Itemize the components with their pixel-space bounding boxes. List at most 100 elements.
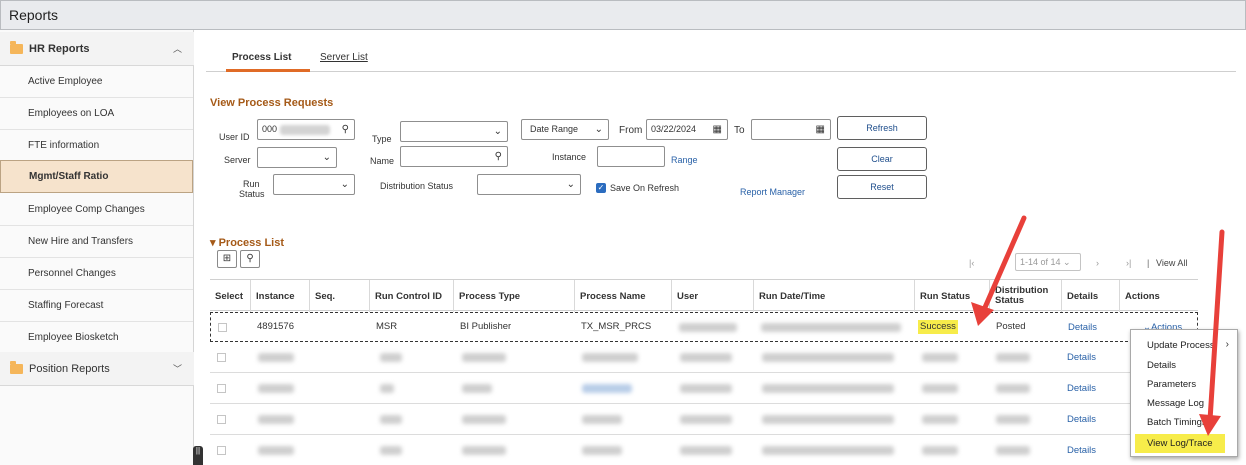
table-row[interactable]: 4891576 MSR BI Publisher TX_MSR_PRCS Suc… — [210, 312, 1198, 342]
instance-input[interactable] — [597, 146, 665, 167]
folder-icon — [10, 41, 23, 54]
menu-item-parameters[interactable]: Parameters — [1131, 375, 1237, 394]
search-icon[interactable]: ⚲ — [240, 250, 260, 268]
user-id-input[interactable]: 000 ⚲ — [257, 119, 355, 140]
details-link[interactable]: Details — [1068, 322, 1097, 333]
sidebar-group-hr-reports[interactable]: HR Reports ︿ — [0, 32, 194, 66]
search-icon[interactable]: ⚲ — [495, 147, 502, 166]
run-status-select[interactable]: ⌄ — [273, 174, 355, 195]
last-page-icon[interactable]: ›| — [1126, 258, 1131, 268]
server-select[interactable]: ⌄ — [257, 147, 337, 168]
type-select[interactable]: ⌄ — [400, 121, 508, 142]
details-link[interactable]: Details — [1067, 352, 1096, 363]
table-header: Select Instance Seq. Run Control ID Proc… — [210, 279, 1198, 312]
tab-server-list[interactable]: Server List — [320, 52, 368, 63]
menu-item-view-log-trace[interactable]: View Log/Trace — [1135, 434, 1225, 453]
sidebar-group-position-reports[interactable]: Position Reports ﹀ — [0, 352, 194, 386]
menu-item-label: Details — [1147, 360, 1177, 371]
redacted — [462, 384, 492, 393]
process-list-title: ▾ Process List — [210, 237, 284, 249]
title-bar: Reports — [0, 0, 1246, 30]
redacted — [680, 415, 732, 424]
row-select-checkbox[interactable] — [217, 353, 226, 362]
redacted — [582, 353, 638, 362]
row-select-checkbox[interactable] — [217, 415, 226, 424]
menu-item-message-log[interactable]: Message Log — [1131, 394, 1237, 413]
sidebar-item-employee-biosketch[interactable]: Employee Biosketch — [0, 322, 193, 354]
col-seq: Seq. — [310, 280, 370, 312]
next-page-icon[interactable]: › — [1096, 258, 1099, 268]
sidebar-item-personnel-changes[interactable]: Personnel Changes — [0, 258, 193, 290]
search-icon[interactable]: ⚲ — [342, 120, 349, 139]
main-content: Process List Server List View Process Re… — [194, 30, 1246, 465]
personalize-grid-icon[interactable]: ⊞ — [217, 250, 237, 268]
cell-run-control-id: MSR — [376, 321, 398, 332]
details-link[interactable]: Details — [1067, 414, 1096, 425]
calendar-icon[interactable]: ▦ — [816, 120, 825, 139]
sidebar-item-fte-information[interactable]: FTE information — [0, 130, 193, 162]
to-label: To — [734, 125, 745, 136]
redacted-user — [679, 323, 737, 332]
row-select-checkbox[interactable] — [217, 384, 226, 393]
first-page-icon[interactable]: |‹ — [969, 258, 974, 268]
sidebar-item-staffing-forecast[interactable]: Staffing Forecast — [0, 290, 193, 322]
range-select[interactable]: Date Range ⌄ — [521, 119, 609, 140]
refresh-button[interactable]: Refresh — [837, 116, 927, 140]
col-actions: Actions — [1125, 290, 1160, 302]
sidebar-group-label: Position Reports — [29, 363, 110, 375]
menu-item-update-process[interactable]: Update Process — [1131, 336, 1237, 355]
redacted — [380, 446, 402, 455]
menu-item-batch-timings[interactable]: Batch Timings — [1131, 413, 1237, 432]
name-input[interactable]: ⚲ — [400, 146, 508, 167]
run-status-label-line-1: Run — [243, 179, 260, 189]
redacted — [582, 384, 632, 393]
pager-select[interactable]: 1-14 of 14 ⌄ — [1015, 253, 1081, 271]
sidebar-item-label: Employee Comp Changes — [28, 204, 145, 215]
redacted — [380, 384, 394, 393]
report-manager-link[interactable]: Report Manager — [740, 187, 805, 197]
to-date-input[interactable]: ▦ — [751, 119, 831, 140]
row-select-checkbox[interactable] — [218, 323, 227, 332]
redacted — [380, 353, 402, 362]
menu-item-label: View Log/Trace — [1147, 438, 1213, 449]
view-process-requests-title: View Process Requests — [210, 97, 334, 109]
view-all-link[interactable]: View All — [1156, 258, 1187, 268]
sidebar-item-label: Mgmt/Staff Ratio — [29, 171, 109, 182]
clear-button[interactable]: Clear — [837, 147, 927, 171]
chevron-down-icon[interactable]: ﹀ — [173, 362, 182, 375]
details-link[interactable]: Details — [1067, 445, 1096, 456]
distribution-status-select[interactable]: ⌄ — [477, 174, 581, 195]
row-select-checkbox[interactable] — [217, 446, 226, 455]
sidebar-item-label: Staffing Forecast — [28, 300, 104, 311]
sidebar-item-label: Personnel Changes — [28, 268, 116, 279]
chevron-up-icon[interactable]: ︿ — [173, 42, 182, 55]
user-id-label: User ID — [219, 132, 250, 142]
redacted — [996, 446, 1030, 455]
details-link[interactable]: Details — [1067, 383, 1096, 394]
table-row[interactable]: Details — [210, 405, 1198, 435]
menu-item-details[interactable]: Details — [1131, 356, 1237, 375]
sidebar-item-employees-on-loa[interactable]: Employees on LOA — [0, 98, 193, 130]
page-title: Reports — [9, 7, 59, 23]
calendar-icon[interactable]: ▦ — [713, 120, 722, 139]
sidebar-item-active-employee[interactable]: Active Employee — [0, 66, 193, 98]
table-row[interactable]: Details — [210, 374, 1198, 404]
reset-button[interactable]: Reset — [837, 175, 927, 199]
table-row[interactable]: Details — [210, 343, 1198, 373]
sidebar-item-mgmt-staff-ratio[interactable]: Mgmt/Staff Ratio — [0, 160, 193, 193]
range-link[interactable]: Range — [671, 155, 698, 165]
sidebar-item-employee-comp-changes[interactable]: Employee Comp Changes — [0, 194, 193, 226]
actions-menu: Update Process › Details Parameters Mess… — [1130, 329, 1238, 457]
active-tab-indicator — [226, 69, 310, 72]
col-process-type: Process Type — [454, 280, 575, 312]
menu-item-label: Update Process — [1147, 340, 1215, 351]
menu-item-label: Message Log — [1147, 398, 1205, 409]
tab-process-list[interactable]: Process List — [232, 52, 291, 63]
sidebar-item-label: FTE information — [28, 140, 100, 151]
sidebar-item-new-hire-and-transfers[interactable]: New Hire and Transfers — [0, 226, 193, 258]
name-label: Name — [370, 156, 395, 166]
table-row[interactable]: Details — [210, 436, 1198, 465]
col-run-date-time: Run Date/Time — [754, 280, 915, 312]
save-on-refresh-checkbox[interactable]: ✓ — [596, 183, 606, 193]
from-date-input[interactable]: 03/22/2024 ▦ — [646, 119, 728, 140]
